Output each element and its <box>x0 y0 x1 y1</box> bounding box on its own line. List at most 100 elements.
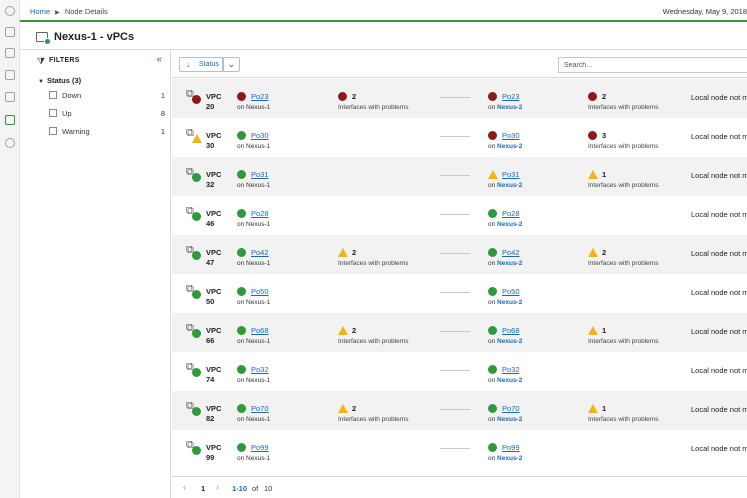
breadcrumb-home-link[interactable]: Home <box>30 7 50 16</box>
port-channel-status-icon <box>488 287 497 296</box>
table-row[interactable]: ⧉ VPC 32 Po31 on Nexus-1 Po31 on Nexus-2 1 Inter… <box>172 157 747 196</box>
network-icon[interactable] <box>5 92 15 102</box>
problem-count: 3 <box>602 131 607 140</box>
problem-label: Interfaces with problems <box>588 338 659 345</box>
home-icon[interactable] <box>5 6 15 16</box>
node-link[interactable]: Nexus-2 <box>497 299 522 306</box>
port-channel-node: on Nexus-2 <box>488 299 522 306</box>
node-link[interactable]: Nexus-2 <box>497 260 522 267</box>
table-row[interactable]: ⧉ VPC 74 Po32 on Nexus-1 Po32 on Nexus-2 Local … <box>172 352 747 391</box>
filter-item-label: Down <box>62 91 82 100</box>
local-node-status: Local node not mo <box>691 249 747 258</box>
vpc-type: VPC <box>206 209 222 218</box>
node-link[interactable]: Nexus-2 <box>497 104 522 111</box>
sort-label: Status <box>199 61 219 68</box>
filter-checkbox[interactable] <box>49 109 57 117</box>
pagination: ‹ 1 › 1-10 of 10 <box>172 476 747 498</box>
port-channel-link[interactable]: Po30 <box>502 131 520 140</box>
port-channel-link[interactable]: Po50 <box>251 287 269 296</box>
port-channel-link[interactable]: Po99 <box>502 443 520 452</box>
filter-item-up[interactable]: Up 8 <box>49 108 165 120</box>
problem-label: Interfaces with problems <box>588 104 659 111</box>
vpc-type: VPC <box>206 248 222 257</box>
connector-line <box>440 292 470 293</box>
table-row[interactable]: ⧉ VPC 50 Po50 on Nexus-1 Po50 on Nexus-2 Local … <box>172 274 747 313</box>
filter-item-warning[interactable]: Warning 1 <box>49 126 165 138</box>
node-link[interactable]: Nexus-2 <box>497 416 522 423</box>
vpc-status-icon <box>192 212 201 221</box>
vpc-number: 99 <box>206 453 215 462</box>
node-link[interactable]: Nexus-2 <box>497 221 522 228</box>
port-channel-link[interactable]: Po31 <box>251 170 269 179</box>
node-link[interactable]: Nexus-2 <box>497 143 522 150</box>
table-row[interactable]: ⧉ VPC 99 Po99 on Nexus-1 Po99 on Nexus-2 Local … <box>172 430 747 469</box>
port-channel-link[interactable]: Po32 <box>251 365 269 374</box>
local-node-status: Local node not mo <box>691 210 747 219</box>
node-link[interactable]: Nexus-2 <box>497 182 522 189</box>
port-channel-link[interactable]: Po28 <box>251 209 269 218</box>
node-prefix: on <box>488 221 496 228</box>
port-channel-link[interactable]: Po23 <box>502 92 520 101</box>
table-row[interactable]: ⧉ VPC 46 Po28 on Nexus-1 Po28 on Nexus-2 Local … <box>172 196 747 235</box>
breadcrumb-current: Node Details <box>64 7 108 16</box>
port-channel-status-icon <box>488 248 497 257</box>
vpc-type: VPC <box>206 131 222 140</box>
problem-count: 1 <box>602 404 607 413</box>
port-channel-status-icon <box>488 209 497 218</box>
table-row[interactable]: ⧉ VPC 20 Po23 on Nexus-1 2 Interfaces with pro… <box>172 79 747 118</box>
port-channel-link[interactable]: Po28 <box>502 209 520 218</box>
port-channel-link[interactable]: Po50 <box>502 287 520 296</box>
add-icon[interactable] <box>5 138 15 148</box>
filter-checkbox[interactable] <box>49 127 57 135</box>
next-page-icon[interactable]: › <box>216 482 219 492</box>
table-row[interactable]: ⧉ VPC 30 Po30 on Nexus-1 Po30 on Nexus-2 3 Inter… <box>172 118 747 157</box>
prev-page-icon[interactable]: ‹ <box>183 482 186 492</box>
port-channel-link[interactable]: Po68 <box>502 326 520 335</box>
sort-dropdown-button[interactable]: ⌄ <box>223 57 240 72</box>
port-channel-link[interactable]: Po23 <box>251 92 269 101</box>
search-input[interactable] <box>558 57 747 73</box>
collapse-filters-icon[interactable]: « <box>156 54 162 65</box>
filter-item-label: Up <box>62 109 72 118</box>
problem-label: Interfaces with problems <box>338 104 409 111</box>
vpc-type: VPC <box>206 443 222 452</box>
table-row[interactable]: ⧉ VPC 47 Po42 on Nexus-1 2 Interfaces with pro… <box>172 235 747 274</box>
port-channel-link[interactable]: Po31 <box>502 170 520 179</box>
vpc-nav-icon[interactable] <box>5 115 15 125</box>
port-channel-link[interactable]: Po32 <box>502 365 520 374</box>
local-node-status: Local node not mo <box>691 288 747 297</box>
port-channel-node: on Nexus-1 <box>237 338 271 345</box>
status-filter-group[interactable]: ▼ Status (3) <box>38 76 81 85</box>
node-link[interactable]: Nexus-2 <box>497 338 522 345</box>
node-link[interactable]: Nexus-2 <box>497 455 522 462</box>
monitor-icon[interactable] <box>5 70 15 80</box>
filter-item-down[interactable]: Down 1 <box>49 90 165 102</box>
port-channel-link[interactable]: Po70 <box>251 404 269 413</box>
document-icon[interactable] <box>5 27 15 37</box>
port-channel-link[interactable]: Po42 <box>251 248 269 257</box>
port-channel-link[interactable]: Po68 <box>251 326 269 335</box>
port-channel-node: on Nexus-2 <box>488 377 522 384</box>
port-channel-status-icon <box>237 404 246 413</box>
port-channel-status-icon <box>488 92 497 101</box>
node-link[interactable]: Nexus-2 <box>497 377 522 384</box>
page-range[interactable]: 1-10 <box>232 484 247 493</box>
port-channel-link[interactable]: Po99 <box>251 443 269 452</box>
port-channel-link[interactable]: Po30 <box>251 131 269 140</box>
port-channel-link[interactable]: Po42 <box>502 248 520 257</box>
vpc-number: 32 <box>206 180 215 189</box>
inbox-icon[interactable] <box>5 48 15 58</box>
node-prefix: on <box>488 416 496 423</box>
port-channel-link[interactable]: Po70 <box>502 404 520 413</box>
sort-button[interactable]: ↓ Status <box>179 57 223 72</box>
problem-status-icon <box>338 248 348 257</box>
vpc-type: VPC <box>206 170 222 179</box>
table-row[interactable]: ⧉ VPC 82 Po70 on Nexus-1 2 Interfaces with pro… <box>172 391 747 430</box>
vpc-icon: ⧉ <box>186 88 202 104</box>
chevron-down-icon: ⌄ <box>227 59 236 69</box>
table-row[interactable]: ⧉ VPC 66 Po68 on Nexus-1 2 Interfaces with pro… <box>172 313 747 352</box>
vpc-icon: ⧉ <box>186 127 202 143</box>
filter-checkbox[interactable] <box>49 91 57 99</box>
connector-line <box>440 175 470 176</box>
connector-line <box>440 136 470 137</box>
